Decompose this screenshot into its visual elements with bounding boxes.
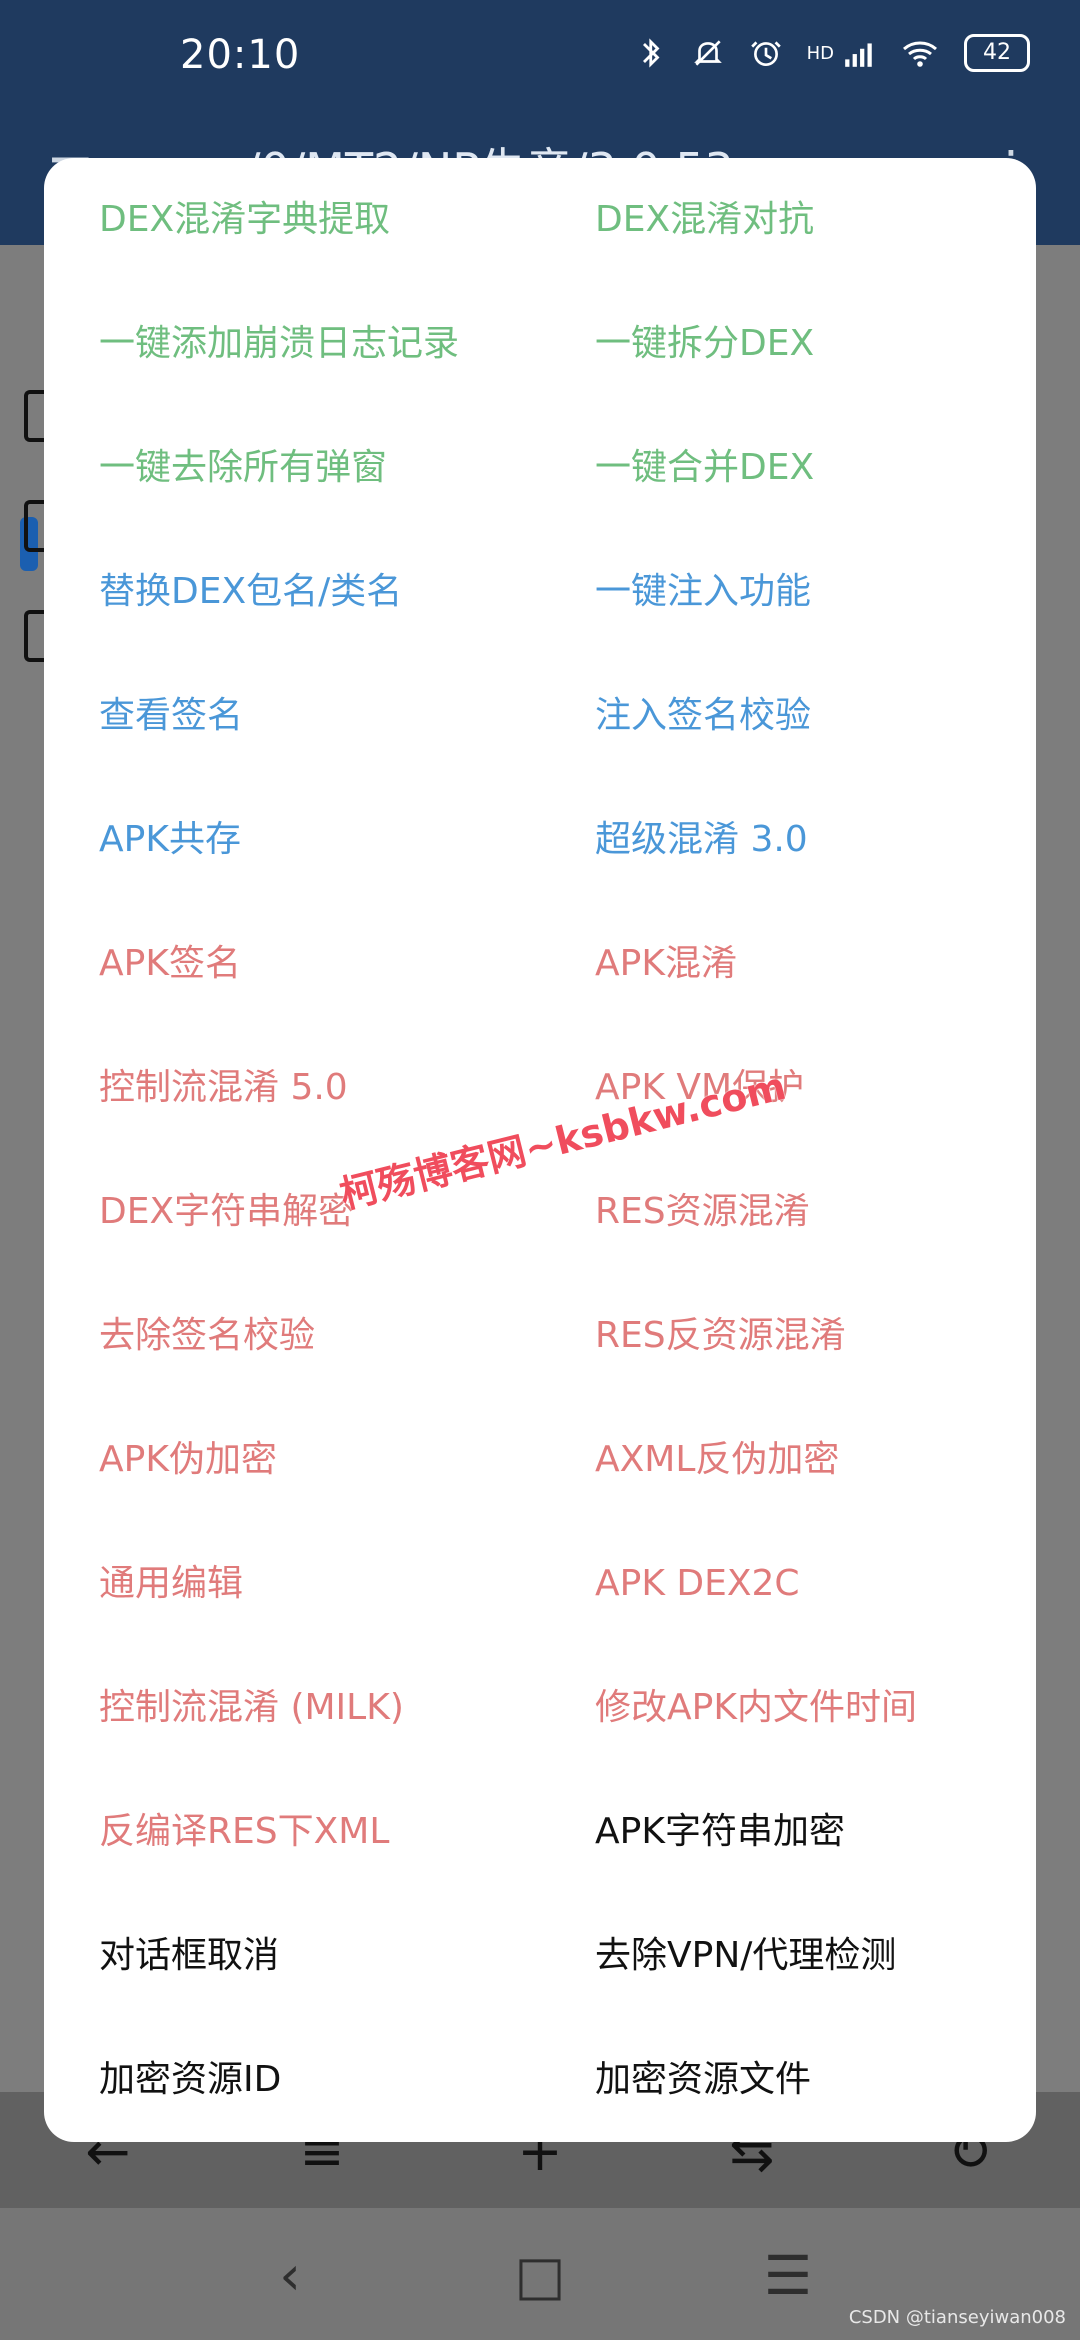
csdn-watermark: CSDN @tianseyiwan008 (848, 2307, 1066, 2328)
wifi-icon (903, 41, 937, 67)
status-bar: 20:10 HD 42 (0, 0, 1080, 120)
menu-item[interactable]: DEX混淆对抗 (595, 180, 814, 260)
menu-item[interactable]: 修改APK内文件时间 (595, 1668, 917, 1748)
menu-item[interactable]: 通用编辑 (99, 1544, 243, 1624)
menu-item[interactable]: 查看签名 (99, 676, 243, 756)
menu-item[interactable]: 反编译RES下XML (99, 1792, 389, 1872)
bluetooth-icon (642, 38, 660, 68)
menu-item[interactable]: 对话框取消 (99, 1916, 279, 1996)
menu-item[interactable]: 加密资源文件 (595, 2040, 811, 2120)
recents-icon[interactable]: ☰ (748, 2236, 828, 2316)
menu-item[interactable]: DEX混淆字典提取 (99, 180, 390, 260)
menu-item[interactable]: 加密资源ID (99, 2040, 281, 2120)
battery-level: 42 (983, 40, 1011, 65)
menu-item[interactable]: 去除VPN/代理检测 (595, 1916, 896, 1996)
menu-item[interactable]: 一键拆分DEX (595, 304, 814, 384)
menu-item[interactable]: 一键添加崩溃日志记录 (99, 304, 459, 384)
status-icons: HD 42 (639, 34, 1030, 72)
menu-item[interactable]: 一键注入功能 (595, 552, 811, 632)
menu-item[interactable]: APK混淆 (595, 924, 737, 1004)
signal-icon (845, 43, 872, 67)
home-icon[interactable]: □ (500, 2236, 580, 2316)
battery-icon: 42 (964, 34, 1030, 72)
menu-item[interactable]: RES资源混淆 (595, 1172, 810, 1252)
mute-icon (693, 40, 722, 66)
menu-item[interactable]: APK签名 (99, 924, 241, 1004)
menu-item[interactable]: 去除签名校验 (99, 1296, 315, 1376)
status-time: 20:10 (180, 32, 301, 78)
menu-item[interactable]: DEX字符串解密 (99, 1172, 354, 1252)
menu-item[interactable]: 注入签名校验 (595, 676, 811, 756)
menu-item[interactable]: APK字符串加密 (595, 1792, 845, 1872)
menu-item[interactable]: APK伪加密 (99, 1420, 277, 1500)
menu-item[interactable]: 一键合并DEX (595, 428, 814, 508)
nav-back-icon[interactable]: ‹ (250, 2236, 330, 2316)
menu-item[interactable]: 控制流混淆 5.0 (99, 1048, 348, 1128)
signal-label: HD (806, 42, 834, 64)
menu-item[interactable]: APK共存 (99, 800, 241, 880)
menu-item[interactable]: RES反资源混淆 (595, 1296, 846, 1376)
menu-item[interactable]: 替换DEX包名/类名 (99, 552, 402, 632)
alarm-icon (750, 41, 781, 67)
menu-item[interactable]: AXML反伪加密 (595, 1420, 839, 1500)
menu-item[interactable]: APK DEX2C (595, 1544, 800, 1624)
menu-item[interactable]: 控制流混淆 (MILK) (99, 1668, 404, 1748)
menu-item[interactable]: 超级混淆 3.0 (595, 800, 808, 880)
menu-item[interactable]: 一键去除所有弹窗 (99, 428, 387, 508)
